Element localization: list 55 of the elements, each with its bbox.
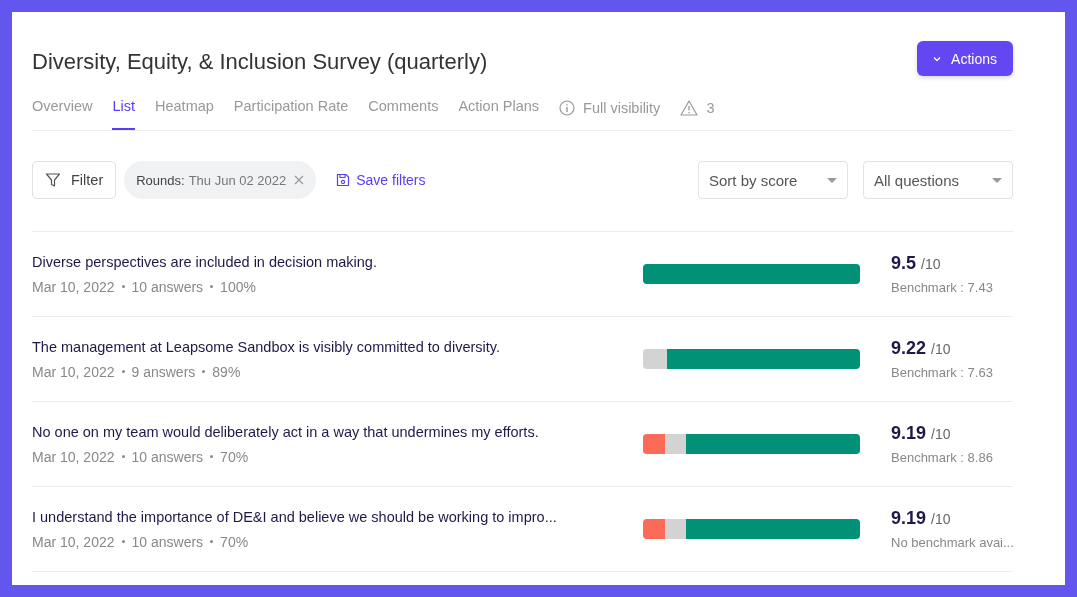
separator-dot: [121, 455, 125, 458]
actions-button[interactable]: Actions: [917, 41, 1013, 76]
question-text[interactable]: The management at Leapsome Sandbox is visibly committed to diversity.: [32, 338, 601, 355]
page-title: Diversity, Equity, & Inclusion Survey (quarterly): [32, 48, 488, 75]
sort-dropdown[interactable]: Sort by score: [698, 161, 848, 199]
score-value: 9.19: [891, 423, 927, 444]
separator-dot: [121, 540, 125, 543]
separator-dot: [210, 540, 214, 543]
question-date: Mar 10, 2022: [32, 363, 115, 380]
save-icon: [336, 173, 351, 187]
caret-icon: [992, 177, 1002, 183]
question-date: Mar 10, 2022: [32, 533, 115, 550]
answer-count: 10 answers: [131, 533, 204, 550]
question-text[interactable]: I understand the importance of DE&I and believe we should be working to impro...: [32, 508, 601, 525]
response-rate: 70%: [220, 533, 249, 550]
answer-count: 10 answers: [131, 278, 204, 295]
question-text[interactable]: Diverse perspectives are included in decision making.: [32, 253, 601, 270]
question-date: Mar 10, 2022: [32, 278, 115, 295]
answer-count: 10 answers: [131, 448, 204, 465]
score-value: 9.5: [891, 253, 917, 274]
benchmark-text: No benchmark avai...: [891, 535, 1013, 550]
response-rate: 70%: [220, 448, 249, 465]
question-text[interactable]: No one on my team would deliberately act in a way that undermines my efforts.: [32, 423, 601, 440]
answer-count: 9 answers: [131, 363, 196, 380]
question-date: Mar 10, 2022: [32, 448, 115, 465]
filter-button[interactable]: Filter: [32, 161, 117, 199]
warning-count: 3: [706, 100, 715, 116]
chip-label: Rounds:: [136, 172, 185, 188]
score-max: /10: [921, 256, 941, 272]
close-icon[interactable]: [294, 175, 305, 185]
separator-dot: [121, 370, 125, 373]
score-max: /10: [931, 511, 951, 527]
benchmark-text: Benchmark : 8.86: [891, 450, 994, 465]
visibility-label: Full visibility: [583, 100, 661, 116]
warning-icon: [680, 100, 699, 116]
separator-dot: [121, 285, 125, 288]
caret-icon: [827, 177, 837, 183]
benchmark-text: Benchmark : 7.43: [891, 280, 994, 295]
score-value: 9.22: [891, 338, 927, 359]
info-icon: [559, 100, 576, 116]
tab[interactable]: List: [112, 86, 135, 130]
score-max: /10: [931, 426, 951, 442]
chip-value: Thu Jun 02 2022: [188, 172, 287, 188]
score-max: /10: [931, 341, 951, 357]
benchmark-text: Benchmark : 7.63: [891, 365, 994, 380]
questions-dropdown[interactable]: All questions: [863, 161, 1013, 199]
save-filters-link[interactable]: Save filters: [330, 171, 432, 189]
separator-dot: [202, 370, 206, 373]
score-value: 9.19: [891, 508, 927, 529]
chevron-down-icon: [933, 55, 942, 62]
filter-icon: [45, 172, 61, 188]
separator-dot: [210, 455, 214, 458]
separator-dot: [210, 285, 214, 288]
response-rate: 89%: [212, 363, 241, 380]
response-rate: 100%: [220, 278, 256, 295]
